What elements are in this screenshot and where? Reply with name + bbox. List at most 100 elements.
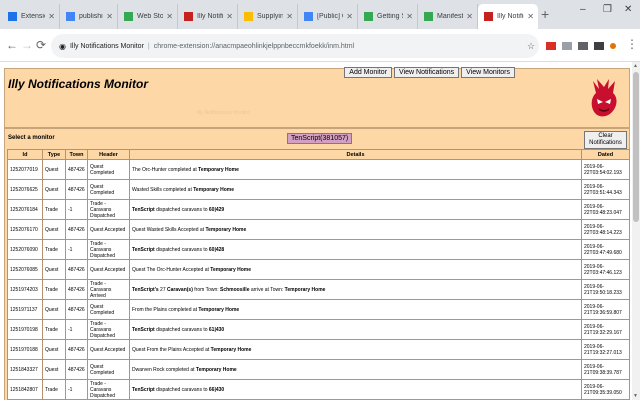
tab-close-icon[interactable]: ✕ bbox=[466, 12, 473, 21]
new-tab-button[interactable]: + bbox=[541, 6, 549, 22]
tab-favicon-icon bbox=[484, 12, 493, 21]
address-bar[interactable]: ◉ Illy Notifications Monitor | chrome-ex… bbox=[51, 34, 539, 58]
cell-town: -1 bbox=[65, 319, 88, 340]
extension-icon[interactable] bbox=[594, 42, 604, 50]
tab-favicon-icon bbox=[66, 12, 75, 21]
browser-tab[interactable]: Extensions✕ bbox=[2, 4, 60, 29]
tab-close-icon[interactable]: ✕ bbox=[106, 12, 113, 21]
cell-details: Quest The Orc-Hunter Accepted at Tempora… bbox=[129, 259, 582, 280]
tab-close-icon[interactable]: ✕ bbox=[48, 12, 55, 21]
browser-toolbar: ← → ⟳ ◉ Illy Notifications Monitor | chr… bbox=[0, 29, 640, 62]
details-segment: 61|430 bbox=[208, 326, 225, 333]
monitor-option[interactable]: TenScript(381057) bbox=[287, 133, 353, 144]
details-segment: TenScript bbox=[132, 206, 155, 213]
back-arrow-icon[interactable]: ← bbox=[6, 38, 18, 52]
browser-tab[interactable]: Supplying✕ bbox=[238, 4, 298, 29]
cell-header: Trade - Caravans Arrived bbox=[87, 279, 130, 300]
cell-details: Quest Wasted Skills Accepted at Temporar… bbox=[129, 219, 582, 240]
details-segment: Temporary Home bbox=[198, 166, 239, 173]
tab-strip: + – ❐ ✕ Extensions✕publishing✕Web Store✕… bbox=[0, 0, 640, 29]
browser-tab[interactable]: Getting Sta✕ bbox=[358, 4, 418, 29]
tab-title: Manifest - bbox=[437, 13, 464, 20]
details-segment: arrive at Town: bbox=[249, 286, 285, 293]
tab-close-icon[interactable]: ✕ bbox=[286, 12, 293, 21]
table-row: 1251970198 Trade -1 Trade - Caravans Dispat… bbox=[7, 319, 630, 340]
details-segment: Temporary Home bbox=[193, 186, 234, 193]
kebab-menu-icon[interactable]: ⋮ bbox=[626, 37, 638, 51]
details-segment: Temporary Home bbox=[205, 226, 247, 233]
browser-tab[interactable]: Illy Notific✕ bbox=[178, 4, 238, 29]
extension-icon[interactable] bbox=[546, 42, 556, 50]
details-segment: dispatched caravans to bbox=[154, 206, 209, 213]
profile-avatar-icon[interactable] bbox=[610, 43, 616, 49]
cell-dated: 2019-06-21T19:32:29.167 bbox=[581, 319, 630, 340]
clear-notifications-button[interactable]: Clear Notifications bbox=[584, 131, 627, 149]
browser-tab[interactable]: [Public] Ch✕ bbox=[298, 4, 358, 29]
tab-close-icon[interactable]: ✕ bbox=[166, 12, 173, 21]
browser-tab[interactable]: Manifest -✕ bbox=[418, 4, 478, 29]
tab-close-icon[interactable]: ✕ bbox=[346, 12, 353, 21]
details-segment: Temporary Home bbox=[284, 286, 326, 293]
view-monitors-button[interactable]: View Monitors bbox=[461, 67, 515, 78]
table-row: 1252077019 Quest 487426 Quest Completed The … bbox=[7, 159, 630, 180]
table-row: 1252076090 Trade -1 Trade - Caravans Dispat… bbox=[7, 239, 630, 260]
top-nav: Add Monitor View Notifications View Moni… bbox=[344, 67, 515, 78]
cell-dated: 2019-06-21T09:35:39.050 bbox=[581, 379, 630, 400]
cell-details: Dwarven Rock completed at Temporary Home bbox=[129, 359, 582, 380]
tab-favicon-icon bbox=[124, 12, 133, 21]
table-row: 1251970188 Quest 487426 Quest Accepted Quest… bbox=[7, 339, 630, 360]
scrollbar-thumb[interactable] bbox=[633, 72, 639, 222]
page-scrollbar[interactable]: ▲ ▼ bbox=[632, 62, 640, 400]
details-segment: 27 bbox=[158, 286, 168, 293]
cell-type: Trade bbox=[42, 379, 66, 400]
maximize-icon[interactable]: ❐ bbox=[603, 4, 612, 15]
tab-close-icon[interactable]: ✕ bbox=[226, 12, 233, 21]
view-notifications-button[interactable]: View Notifications bbox=[394, 67, 460, 78]
cell-details: From the Plains completed at Temporary H… bbox=[129, 299, 582, 320]
page-title: Illy Notifications Monitor bbox=[8, 77, 148, 91]
page-info-icon[interactable]: ◉ bbox=[59, 42, 66, 51]
browser-tab[interactable]: publishing✕ bbox=[60, 4, 118, 29]
details-segment: dispatched caravans to bbox=[154, 386, 209, 393]
tab-title: publishing bbox=[79, 13, 103, 20]
cell-id: 1251974203 bbox=[7, 279, 43, 300]
tab-favicon-icon bbox=[244, 12, 253, 21]
details-segment: Temporary Home bbox=[210, 346, 252, 353]
details-segment: 60|429 bbox=[208, 206, 225, 213]
details-segment: 66|430 bbox=[208, 386, 225, 393]
details-segment: Quest Wasted Skills Accepted at bbox=[132, 226, 206, 233]
scroll-down-icon[interactable]: ▼ bbox=[633, 393, 638, 399]
close-window-icon[interactable]: ✕ bbox=[624, 4, 632, 15]
cell-details: Quest From the Plains Accepted at Tempor… bbox=[129, 339, 582, 360]
tab-close-icon[interactable]: ✕ bbox=[406, 12, 413, 21]
minimize-icon[interactable]: – bbox=[580, 4, 586, 15]
tab-favicon-icon bbox=[184, 12, 193, 21]
cell-town: 487426 bbox=[65, 259, 88, 280]
scroll-up-icon[interactable]: ▲ bbox=[633, 63, 638, 69]
browser-tab[interactable]: Web Store✕ bbox=[118, 4, 178, 29]
add-monitor-button[interactable]: Add Monitor bbox=[344, 67, 393, 78]
cell-header: Trade - Caravans Dispatched bbox=[87, 199, 130, 220]
browser-tab[interactable]: Illy Notific✕ bbox=[478, 4, 538, 29]
cell-header: Quest Accepted bbox=[87, 219, 130, 240]
cell-details: The Orc-Hunter completed at Temporary Ho… bbox=[129, 159, 582, 180]
tab-title: Supplying bbox=[257, 13, 283, 20]
faint-subtitle: Illy Notifications Monitor bbox=[197, 110, 250, 116]
column-header-details: Details bbox=[129, 149, 582, 160]
extension-icon[interactable] bbox=[578, 42, 588, 50]
cell-id: 1252076170 bbox=[7, 219, 43, 240]
reload-icon[interactable]: ⟳ bbox=[36, 38, 46, 52]
table-row: 1251971137 Quest 487426 Quest Completed From… bbox=[7, 299, 630, 320]
details-segment: Temporary Home bbox=[198, 306, 240, 313]
forward-arrow-icon[interactable]: → bbox=[21, 38, 33, 52]
cell-header: Quest Completed bbox=[87, 159, 130, 180]
cell-header: Quest Accepted bbox=[87, 339, 130, 360]
cell-header: Quest Completed bbox=[87, 359, 130, 380]
bookmark-star-icon[interactable]: ☆ bbox=[527, 41, 535, 52]
cell-town: 487426 bbox=[65, 159, 88, 180]
extension-icon[interactable] bbox=[562, 42, 572, 50]
cell-type: Quest bbox=[42, 219, 66, 240]
tab-close-icon[interactable]: ✕ bbox=[527, 12, 534, 21]
notifications-panel: Select a monitor TenScript(381057) Clear… bbox=[4, 128, 630, 400]
details-segment: TenScript bbox=[132, 386, 155, 393]
